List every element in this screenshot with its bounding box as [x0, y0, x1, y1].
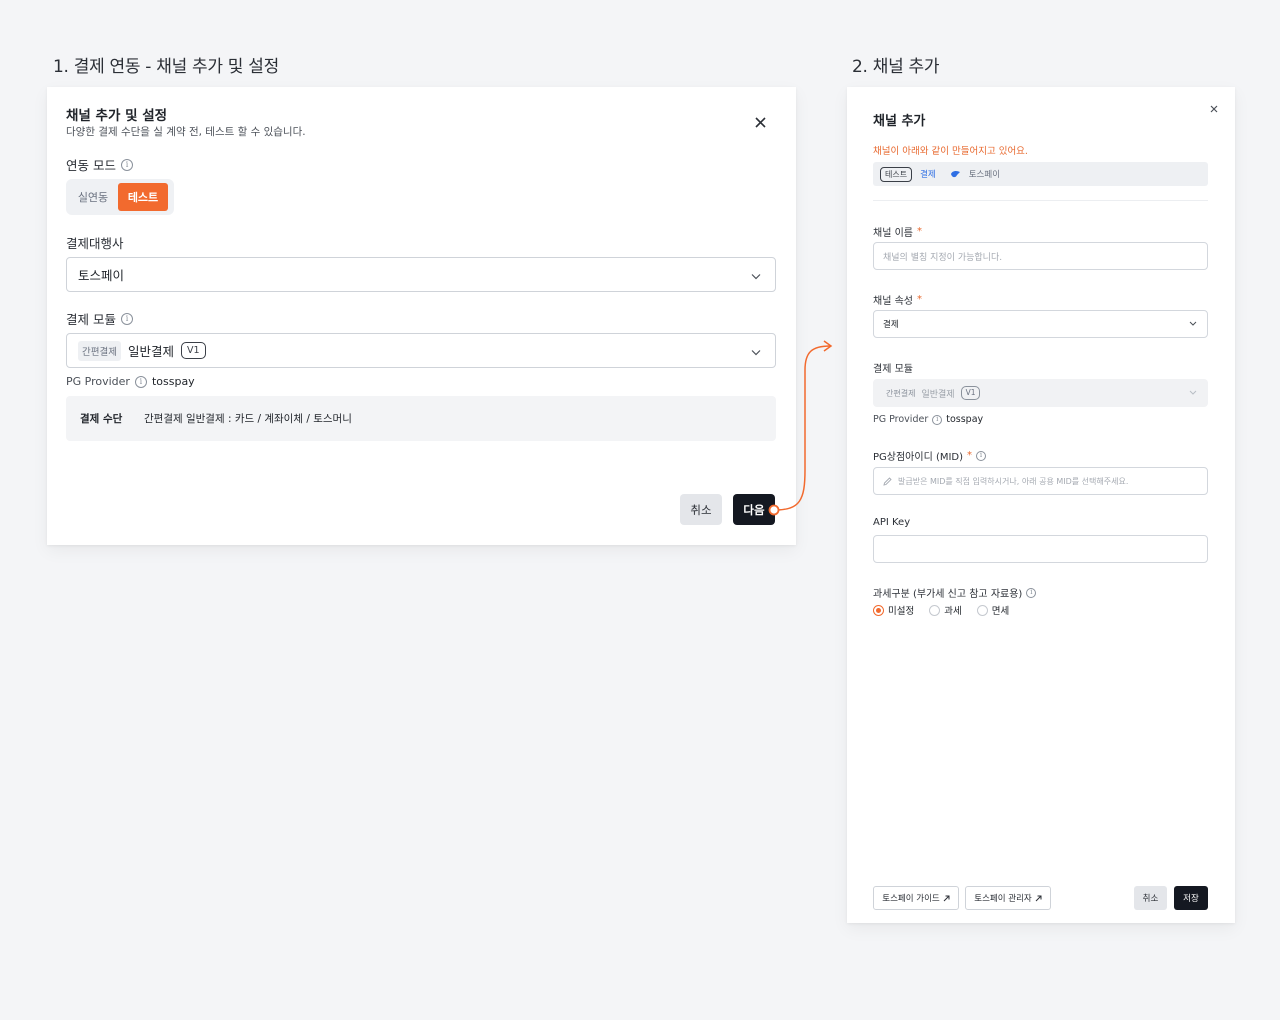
tax-label-row: 과세구분 (부가세 신고 참고 자료용) i	[873, 585, 1037, 600]
module-select[interactable]: 간편결제 일반결제 V1	[66, 333, 776, 368]
required-mark: *	[916, 294, 922, 305]
chevron-down-icon	[1189, 388, 1197, 398]
creation-notice: 채널이 아래와 같이 만들어지고 있어요.	[873, 146, 1028, 157]
required-mark: *	[967, 450, 973, 461]
tosspay-admin-button[interactable]: 토스페이 관리자	[965, 886, 1051, 910]
channel-attr-value: 결제	[883, 320, 899, 330]
channel-add-dialog: 채널 추가 채널이 아래와 같이 만들어지고 있어요. 테스트 결제 토스페이 …	[847, 87, 1235, 923]
provider-label: PG Provider	[873, 414, 929, 425]
channel-preview: 테스트 결제 토스페이	[873, 162, 1208, 186]
chevron-down-icon	[751, 343, 761, 358]
admin-label: 토스페이 관리자	[974, 894, 1032, 904]
info-icon[interactable]: i	[1026, 587, 1037, 598]
payment-method-key: 결제 수단	[80, 413, 123, 425]
next-button[interactable]: 다음	[733, 494, 775, 525]
module-label: 결제 모듈	[66, 312, 116, 327]
payment-method-value: 간편결제 일반결제 : 카드 / 계좌이체 / 토스머니	[144, 413, 352, 425]
tax-radio-group: 미설정 과세 면세	[873, 603, 1009, 617]
preview-env-badge: 테스트	[880, 166, 913, 182]
close-icon[interactable]	[751, 113, 769, 131]
save-button[interactable]: 저장	[1174, 886, 1208, 910]
pg-select-value: 토스페이	[78, 268, 125, 283]
provider-value: tosspay	[151, 375, 195, 388]
payment-method-box: 결제 수단 간편결제 일반결제 : 카드 / 계좌이체 / 토스머니	[66, 396, 776, 441]
dialog-title: 채널 추가	[873, 114, 926, 129]
tax-option-label: 과세	[944, 606, 962, 617]
tax-option-label: 면세	[991, 606, 1010, 617]
tax-radio-exempt[interactable]: 면세	[976, 603, 1010, 617]
preview-type: 결제	[920, 170, 936, 180]
module-version-badge: V1	[960, 386, 981, 400]
module-select-disabled: 간편결제 일반결제 V1	[873, 379, 1208, 407]
provider-value: tosspay	[946, 414, 984, 425]
module-tag: 간편결제	[886, 388, 916, 398]
tax-label: 과세구분 (부가세 신고 참고 자료용)	[873, 589, 1023, 600]
tosspay-guide-button[interactable]: 토스페이 가이드	[873, 886, 959, 910]
mid-label-row: PG상점아이디 (MID) * i	[873, 448, 987, 463]
info-icon[interactable]: i	[120, 312, 133, 325]
module-select-value: 일반결제	[127, 344, 174, 359]
provider-label: PG Provider	[66, 375, 130, 388]
mode-option-live[interactable]: 실연동	[68, 183, 118, 211]
module-label-row: 결제 모듈 i	[66, 309, 133, 328]
tax-option-label: 미설정	[888, 606, 915, 617]
module-label: 결제 모듈	[873, 364, 913, 375]
dialog-title: 채널 추가 및 설정	[66, 108, 168, 124]
info-icon[interactable]: i	[976, 450, 987, 461]
module-tag: 간편결제	[78, 340, 121, 361]
preview-pg: 토스페이	[968, 170, 1001, 180]
module-version-badge: V1	[180, 341, 206, 360]
info-icon[interactable]: i	[932, 414, 943, 425]
step1-title: 1. 결제 연동 - 채널 추가 및 설정	[53, 57, 279, 77]
mid-placeholder: 발급받은 MID를 직접 입력하시거나, 아래 공용 MID를 선택해주세요.	[898, 476, 1129, 486]
channel-attr-label-row: 채널 속성 *	[873, 292, 922, 307]
mode-label: 연동 모드	[66, 158, 116, 173]
provider-row: PG Provider i tosspay	[66, 375, 195, 388]
chevron-down-icon	[751, 267, 761, 282]
apikey-label: API Key	[873, 517, 911, 528]
mode-segmented-control: 실연동 테스트	[66, 179, 174, 215]
pg-label: 결제대행사	[66, 236, 124, 251]
pencil-icon	[883, 476, 892, 486]
close-icon[interactable]	[1207, 102, 1221, 116]
channel-name-label: 채널 이름	[873, 228, 913, 239]
dialog-description: 다양한 결제 수단을 실 계약 전, 테스트 할 수 있습니다.	[66, 126, 306, 138]
radio-dot[interactable]	[929, 604, 941, 616]
pg-select[interactable]: 토스페이	[66, 257, 776, 292]
tosspay-logo-icon	[950, 170, 961, 179]
mode-option-test[interactable]: 테스트	[118, 183, 168, 211]
radio-dot[interactable]	[976, 604, 988, 616]
provider-row: PG Provider i tosspay	[873, 414, 983, 425]
channel-name-label-row: 채널 이름 *	[873, 224, 922, 239]
channel-name-input[interactable]: 채널의 별칭 지정이 가능합니다.	[873, 242, 1208, 270]
info-icon[interactable]: i	[134, 375, 147, 388]
cancel-button[interactable]: 취소	[680, 494, 722, 525]
info-icon[interactable]: i	[120, 158, 133, 171]
mid-label: PG상점아이디 (MID)	[873, 452, 964, 463]
radio-dot-selected[interactable]	[873, 604, 884, 616]
channel-attr-label: 채널 속성	[873, 296, 913, 307]
external-link-icon	[943, 895, 950, 902]
required-mark: *	[916, 226, 922, 237]
step2-title: 2. 채널 추가	[852, 57, 940, 77]
mid-input[interactable]: 발급받은 MID를 직접 입력하시거나, 아래 공용 MID를 선택해주세요.	[873, 467, 1208, 495]
cancel-button[interactable]: 취소	[1134, 886, 1167, 910]
external-link-icon	[1035, 895, 1042, 902]
divider	[873, 200, 1208, 201]
module-value: 일반결제	[921, 389, 955, 400]
channel-attr-select[interactable]: 결제	[873, 310, 1208, 338]
channel-setup-dialog: 채널 추가 및 설정 다양한 결제 수단을 실 계약 전, 테스트 할 수 있습…	[47, 87, 796, 545]
apikey-input[interactable]	[873, 535, 1208, 563]
mode-label-row: 연동 모드 i	[66, 155, 133, 174]
guide-label: 토스페이 가이드	[882, 894, 940, 904]
tax-radio-taxable[interactable]: 과세	[929, 603, 962, 617]
chevron-down-icon	[1189, 319, 1197, 329]
tax-radio-unset[interactable]: 미설정	[873, 603, 914, 617]
